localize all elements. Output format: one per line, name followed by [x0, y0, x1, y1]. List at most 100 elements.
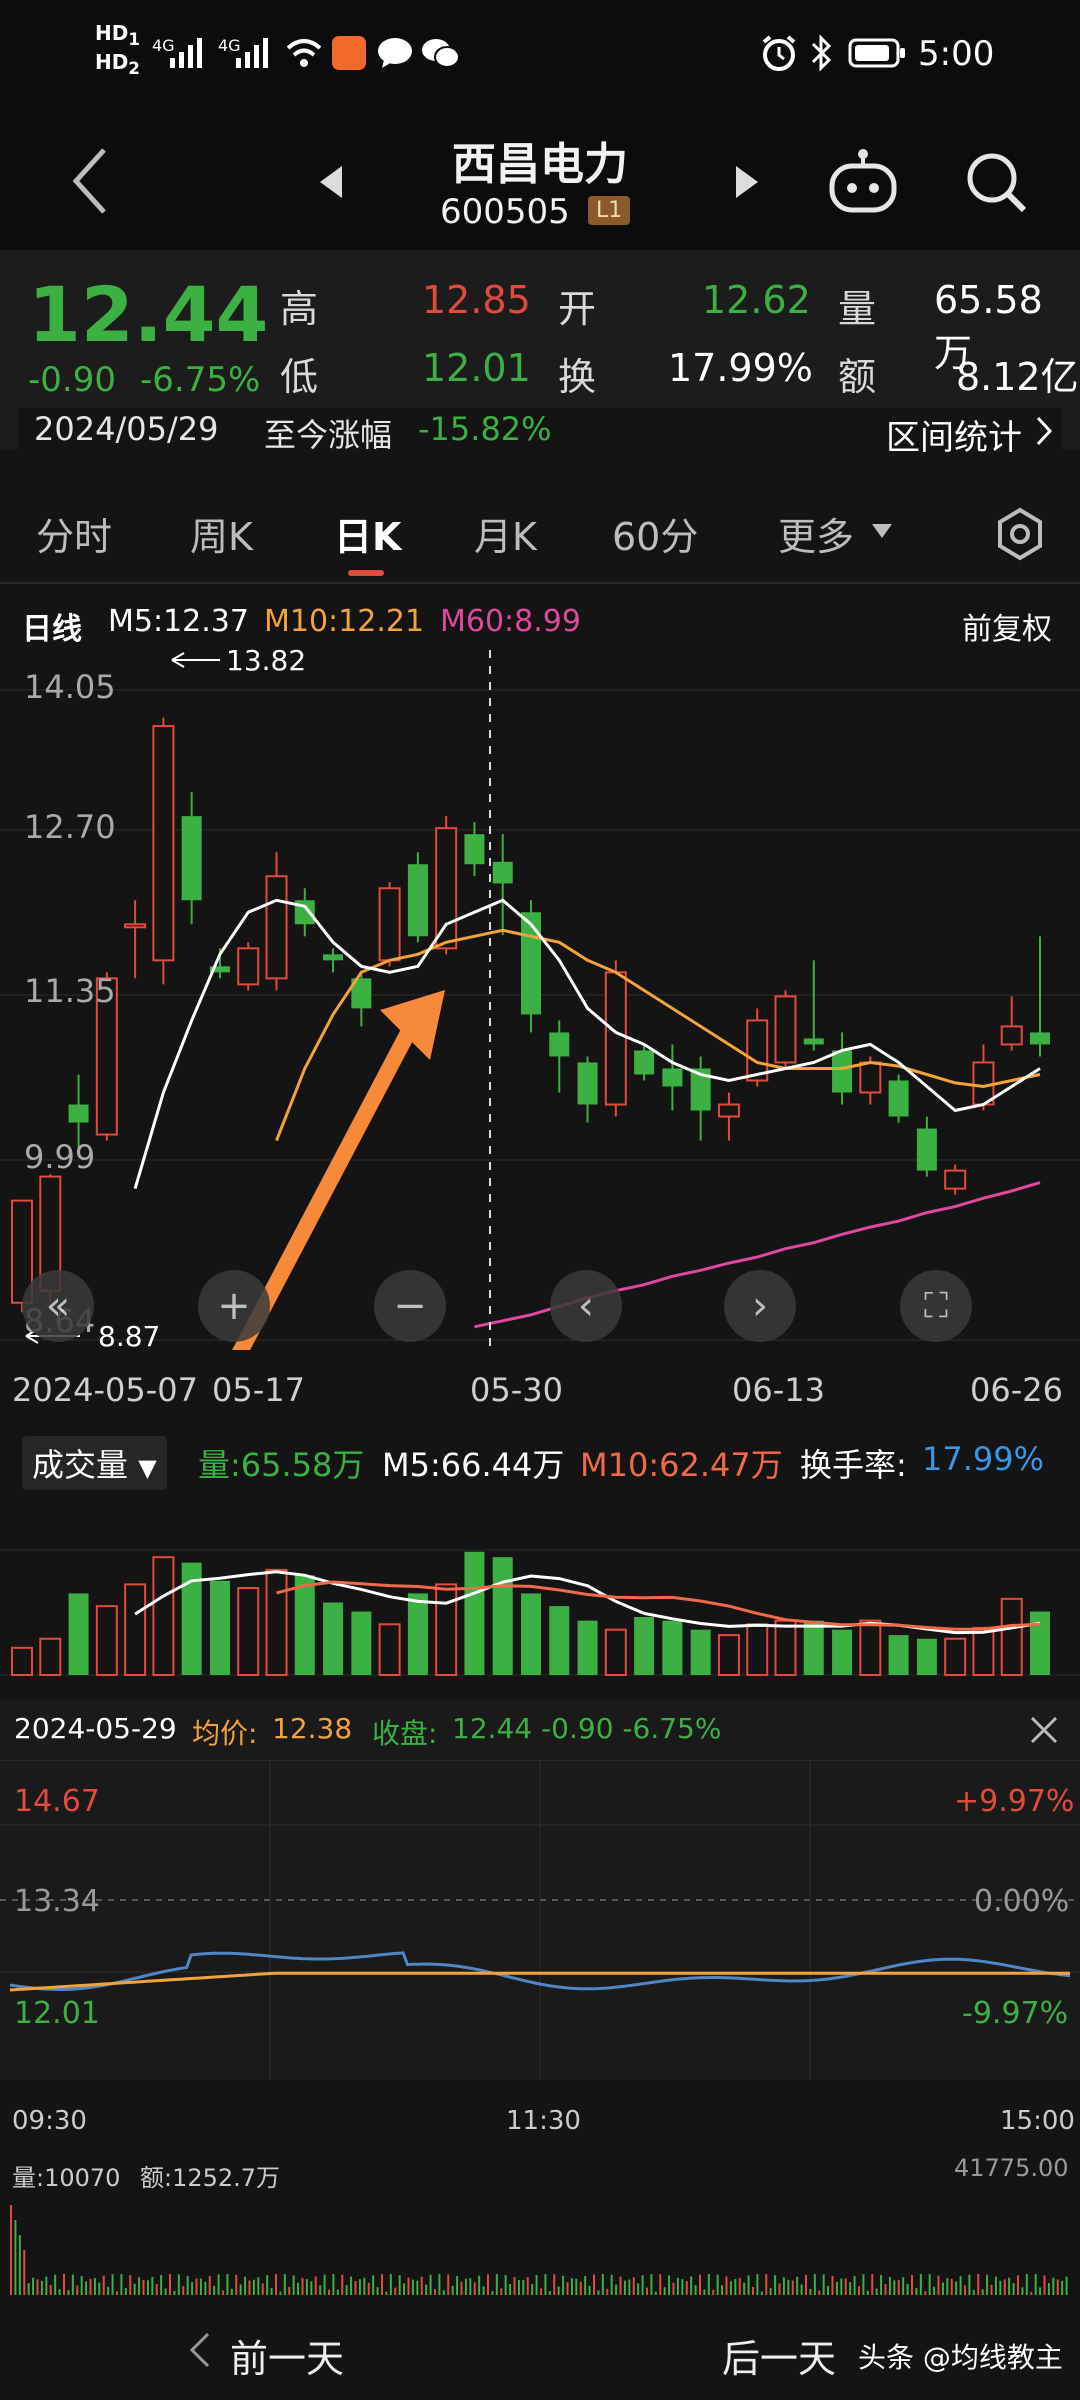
intraday-volume-bar	[849, 2282, 852, 2295]
intraday-volume-bar	[628, 2279, 631, 2295]
intraday-volume-bar	[871, 2274, 874, 2295]
bluetooth-icon	[811, 34, 832, 72]
tab-weekly[interactable]: 周K	[190, 506, 253, 561]
intraday-volume-bar	[544, 2274, 547, 2295]
tab-more[interactable]: 更多	[778, 506, 854, 561]
intraday-volume-bar	[275, 2274, 277, 2295]
active-tab-underline	[348, 570, 384, 576]
volume-bar	[265, 1568, 288, 1676]
intraday-volume-bar	[928, 2274, 931, 2295]
next-day-button[interactable]: 后一天	[722, 2328, 836, 2383]
app-notification-icon	[332, 36, 366, 70]
tab-monthly[interactable]: 月K	[474, 506, 537, 561]
intraday-volume-bar	[1061, 2280, 1064, 2295]
prev-day-button[interactable]: 前一天	[230, 2328, 344, 2383]
candle-body	[265, 875, 288, 980]
intraday-volume-bar	[45, 2276, 48, 2295]
range-stats-link[interactable]: 区间统计	[886, 410, 1022, 459]
intraday-chart[interactable]	[0, 1760, 1080, 2140]
fullscreen-button[interactable]: ⛶	[900, 1270, 972, 1342]
next-stock-icon[interactable]	[732, 162, 762, 202]
intraday-volume-bar	[1017, 2275, 1019, 2295]
intraday-vol-info: 量:10070	[12, 2164, 121, 2192]
scroll-left-button[interactable]: ‹	[550, 1270, 622, 1342]
intraday-bottom-pct: -9.97%	[962, 1996, 1069, 2031]
intraday-volume-bar	[279, 2291, 282, 2295]
intraday-volume-bar	[482, 2286, 485, 2295]
intraday-volume-bar	[487, 2274, 489, 2295]
intraday-volume-bar	[389, 2274, 392, 2295]
since-label: 至今涨幅	[264, 416, 393, 454]
settings-icon[interactable]	[992, 506, 1048, 562]
y-label-3: 9.99	[24, 1138, 96, 1176]
intraday-volume-bar	[182, 2286, 185, 2295]
wechat-icon	[422, 39, 460, 68]
intraday-volume-bar	[146, 2280, 149, 2295]
intraday-volume-bar	[32, 2277, 35, 2295]
intraday-volume-bar	[283, 2274, 286, 2295]
intraday-volume-bar	[760, 2291, 763, 2295]
intraday-volume-bar	[623, 2280, 626, 2295]
volume-bar	[95, 1605, 118, 1676]
intraday-volume-bar	[703, 2289, 706, 2295]
tab-daily[interactable]: 日K	[334, 506, 401, 561]
kline-chart[interactable]: 14.05 12.70 11.35 9.99 8.64 13.82 8.87 «…	[0, 644, 1080, 1394]
candle-body	[634, 1050, 655, 1075]
volume-chart[interactable]	[0, 1490, 1080, 1690]
intraday-volume-bar	[668, 2275, 671, 2295]
indicator-selector[interactable]: 成交量 ▼	[22, 1436, 167, 1490]
intraday-volume-bar	[676, 2277, 679, 2295]
volume-label: 量	[838, 287, 877, 331]
intraday-volume-area: 09:30 11:30 15:00 量:10070 额:1252.7万 4177…	[0, 2100, 1080, 2300]
intraday-volume-bar	[40, 2280, 43, 2295]
intraday-volume-bar	[862, 2274, 865, 2295]
tab-60min[interactable]: 60分	[612, 506, 698, 561]
turnover-label: 换	[558, 355, 597, 399]
zoom-out-button[interactable]: −	[374, 1270, 446, 1342]
amount-label: 额	[838, 355, 877, 399]
intraday-volume-bar	[310, 2281, 313, 2295]
intraday-volume-bar	[124, 2288, 127, 2295]
intraday-volume-bar	[420, 2276, 423, 2295]
intraday-volume-bar	[129, 2275, 132, 2295]
scroll-right-button[interactable]: ›	[724, 1270, 796, 1342]
y-label-2: 11.35	[24, 972, 116, 1010]
intraday-volume-bar	[164, 2288, 167, 2295]
search-icon[interactable]	[964, 150, 1030, 216]
zoom-in-button[interactable]: +	[198, 1270, 270, 1342]
chevron-right-icon	[1036, 416, 1053, 446]
volume-bar	[294, 1575, 315, 1675]
candle-body	[521, 912, 541, 1015]
intraday-volume-bar	[407, 2277, 410, 2295]
intraday-volume-bar	[566, 2282, 569, 2295]
intraday-volume-bar	[699, 2274, 701, 2295]
intraday-volume-bar	[328, 2289, 330, 2295]
y-label-0: 14.05	[24, 668, 116, 706]
intraday-volume-bar	[257, 2277, 260, 2295]
volume-m10: M10:62.47万	[580, 1446, 783, 1484]
candle-body	[916, 1128, 937, 1171]
candle-body	[746, 1019, 769, 1082]
intraday-volume-bar	[632, 2277, 635, 2295]
intraday-volume-bar	[491, 2291, 494, 2295]
intraday-volume-bar	[593, 2274, 595, 2295]
message-icon	[378, 38, 412, 68]
tab-intraday[interactable]: 分时	[36, 506, 112, 561]
intraday-volume-bar	[866, 2290, 869, 2295]
intraday-volume-bar	[416, 2280, 419, 2295]
intraday-volume-bar	[712, 2289, 715, 2295]
intraday-volume-bar	[102, 2275, 105, 2295]
intraday-volume-bar	[297, 2282, 300, 2295]
adjust-mode[interactable]: 前复权	[962, 604, 1052, 648]
intraday-volume-bar	[266, 2275, 269, 2295]
wifi-icon	[286, 39, 322, 67]
intraday-volume-bar	[261, 2283, 264, 2295]
intraday-volume-bar	[588, 2285, 591, 2295]
close-icon[interactable]	[1028, 1714, 1060, 1746]
robot-assistant-icon[interactable]	[826, 146, 900, 218]
intraday-volume-bar	[350, 2276, 353, 2295]
intraday-volume-bar	[663, 2287, 666, 2295]
intraday-volume-bar	[367, 2282, 370, 2295]
volume-bar	[774, 1619, 797, 1676]
scroll-left-fast-button[interactable]: «	[22, 1270, 94, 1342]
